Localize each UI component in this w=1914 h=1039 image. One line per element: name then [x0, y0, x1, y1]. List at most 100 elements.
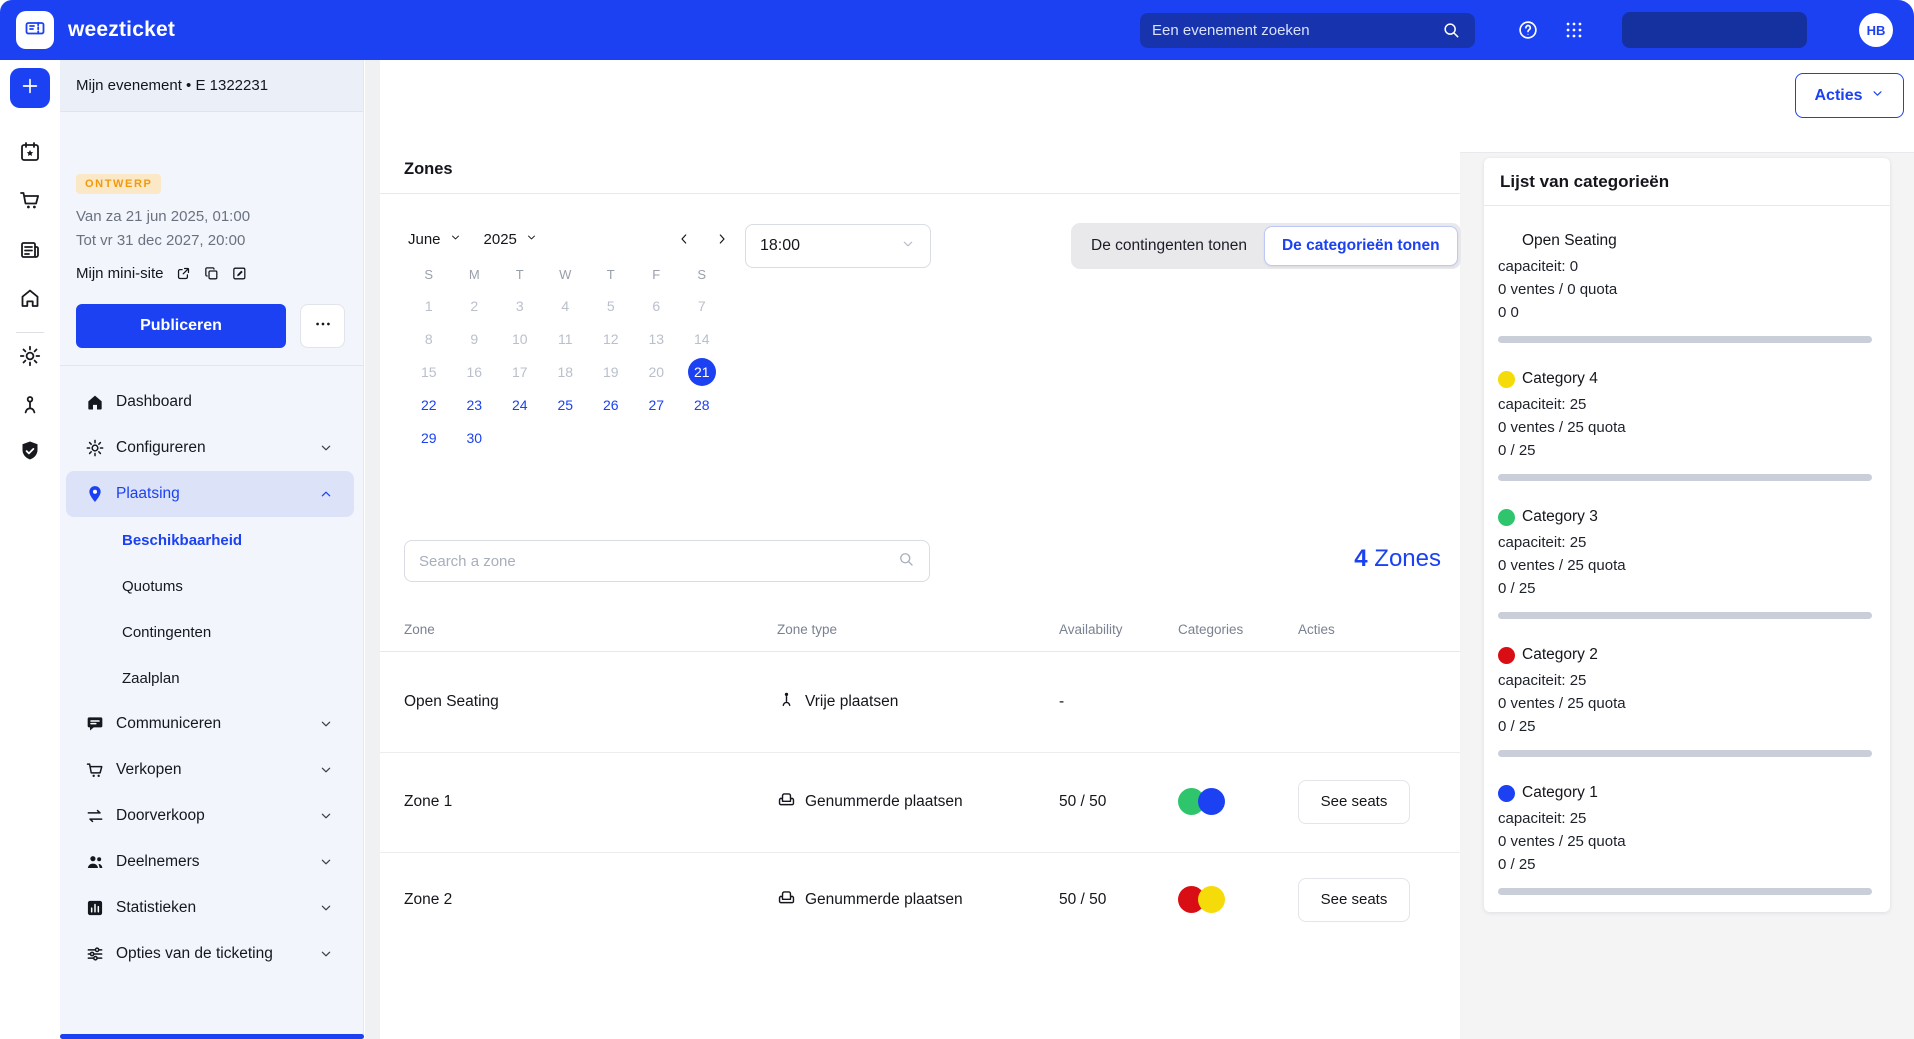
icon-rail: [0, 60, 60, 1039]
calendar-day-19[interactable]: 19: [588, 355, 634, 388]
category-item: Category 4capaciteit: 250 ventes / 25 qu…: [1498, 370, 1872, 481]
calendar-day-9[interactable]: 9: [452, 322, 498, 355]
sidebar-item-configureren[interactable]: Configureren: [76, 425, 347, 471]
year-select[interactable]: 2025: [484, 231, 538, 248]
calendar-day-28[interactable]: 28: [679, 388, 725, 421]
more-actions-button[interactable]: [300, 304, 345, 348]
sidebar-item-doorverkoop[interactable]: Doorverkoop: [76, 793, 347, 839]
calendar-day-24[interactable]: 24: [497, 388, 543, 421]
calendar-day-2[interactable]: 2: [452, 289, 498, 322]
calendar-star-icon[interactable]: [18, 140, 42, 164]
see-seats-button[interactable]: See seats: [1298, 780, 1410, 824]
zone-search[interactable]: [404, 540, 930, 582]
weekday-label: M: [452, 261, 498, 287]
table-row: Zone 1Genummerde plaatsen50 / 50See seat…: [380, 753, 1460, 850]
calendar-day-26[interactable]: 26: [588, 388, 634, 421]
calendar-day-30[interactable]: 30: [452, 421, 498, 454]
actions-dropdown-button[interactable]: Acties: [1795, 73, 1904, 118]
copy-icon[interactable]: [203, 265, 220, 282]
calendar-day-21[interactable]: 21: [679, 355, 725, 388]
sidebar-subitem-quotums[interactable]: Quotums: [76, 563, 347, 609]
apps-grid-icon[interactable]: [1563, 19, 1585, 41]
newspaper-icon[interactable]: [18, 238, 42, 262]
toggle-option-0[interactable]: De contingenten tonen: [1074, 226, 1264, 266]
calendar-day-18[interactable]: 18: [543, 355, 589, 388]
sidebar-item-label: Configureren: [116, 439, 318, 457]
calendar-day-16[interactable]: 16: [452, 355, 498, 388]
shield-check-icon[interactable]: [18, 439, 42, 463]
zone-category-dots: [1178, 851, 1225, 948]
swap-icon: [85, 806, 105, 826]
time-select[interactable]: 18:00: [745, 224, 931, 268]
category-sales: 0 ventes / 0 quota: [1498, 278, 1872, 301]
category-capacity: capaciteit: 25: [1498, 531, 1872, 554]
sidebar-item-verkopen[interactable]: Verkopen: [76, 747, 347, 793]
prev-month-icon[interactable]: [676, 231, 692, 247]
chevron-down-icon: [525, 231, 538, 248]
zone-name: Open Seating: [404, 653, 499, 750]
zone-name: Zone 1: [404, 753, 452, 850]
month-select[interactable]: June: [408, 231, 462, 248]
calendar-day-10[interactable]: 10: [497, 322, 543, 355]
calendar-day-6[interactable]: 6: [634, 289, 680, 322]
event-search[interactable]: [1140, 13, 1475, 48]
sidebar-item-label: Plaatsing: [116, 485, 318, 503]
sidebar-item-statistieken[interactable]: Statistieken: [76, 885, 347, 931]
create-event-button[interactable]: [10, 68, 50, 108]
calendar-day-15[interactable]: 15: [406, 355, 452, 388]
see-seats-button[interactable]: See seats: [1298, 878, 1410, 922]
zone-actions: See seats: [1298, 753, 1410, 850]
sidebar-item-communiceren[interactable]: Communiceren: [76, 701, 347, 747]
publish-button[interactable]: Publiceren: [76, 304, 286, 348]
zone-search-input[interactable]: [419, 553, 897, 570]
view-toggle: De contingenten tonenDe categorieën tone…: [1071, 223, 1461, 269]
sidebar-item-deelnemers[interactable]: Deelnemers: [76, 839, 347, 885]
avatar[interactable]: HB: [1859, 13, 1893, 47]
calendar-day-22[interactable]: 22: [406, 388, 452, 421]
calendar-day-27[interactable]: 27: [634, 388, 680, 421]
external-link-icon[interactable]: [175, 265, 192, 282]
calendar-day-29[interactable]: 29: [406, 421, 452, 454]
chevron-down-icon: [900, 236, 916, 257]
calendar-day-5[interactable]: 5: [588, 289, 634, 322]
help-icon[interactable]: [1517, 19, 1539, 41]
calendar-day-13[interactable]: 13: [634, 322, 680, 355]
cart-icon[interactable]: [18, 188, 42, 212]
zone-type: Genummerde plaatsen: [777, 753, 963, 850]
chevron-down-icon: [318, 808, 334, 824]
categories-card-title: Lijst van categorieën: [1484, 158, 1890, 205]
calendar-day-1[interactable]: 1: [406, 289, 452, 322]
calendar-day-3[interactable]: 3: [497, 289, 543, 322]
toggle-option-1[interactable]: De categorieën tonen: [1264, 226, 1458, 266]
sidebar-item-opties-van-de-ticketing[interactable]: Opties van de ticketing: [76, 931, 347, 977]
organization-selector[interactable]: [1622, 12, 1807, 48]
calendar-day-25[interactable]: 25: [543, 388, 589, 421]
category-sales: 0 ventes / 25 quota: [1498, 416, 1872, 439]
calendar-day-4[interactable]: 4: [543, 289, 589, 322]
sidebar-item-plaatsing[interactable]: Plaatsing: [66, 471, 354, 517]
calendar-day-20[interactable]: 20: [634, 355, 680, 388]
calendar-day-7[interactable]: 7: [679, 289, 725, 322]
column-header-zone-type: Zone type: [777, 622, 837, 637]
sidebar-item-dashboard[interactable]: Dashboard: [76, 379, 347, 425]
venue-icon[interactable]: [18, 286, 42, 310]
access-control-icon[interactable]: [18, 393, 42, 417]
event-search-input[interactable]: [1152, 22, 1441, 39]
calendar-day-8[interactable]: 8: [406, 322, 452, 355]
sidebar-scrollbar[interactable]: [60, 1034, 364, 1039]
edit-icon[interactable]: [231, 265, 248, 282]
calendar-day-17[interactable]: 17: [497, 355, 543, 388]
time-value: 18:00: [760, 237, 800, 255]
sidebar-subitem-contingenten[interactable]: Contingenten: [76, 609, 347, 655]
calendar-day-12[interactable]: 12: [588, 322, 634, 355]
event-header[interactable]: Mijn evenement • E 1322231: [60, 60, 363, 112]
calendar-day-14[interactable]: 14: [679, 322, 725, 355]
calendar-day-11[interactable]: 11: [543, 322, 589, 355]
dots-horizontal-icon: [313, 314, 333, 338]
sidebar-subitem-zaalplan[interactable]: Zaalplan: [76, 655, 347, 701]
gear-icon[interactable]: [18, 344, 42, 368]
sidebar-subitem-beschikbaarheid[interactable]: Beschikbaarheid: [76, 517, 347, 563]
calendar-day-23[interactable]: 23: [452, 388, 498, 421]
ticket-icon: [23, 16, 47, 45]
next-month-icon[interactable]: [714, 231, 730, 247]
